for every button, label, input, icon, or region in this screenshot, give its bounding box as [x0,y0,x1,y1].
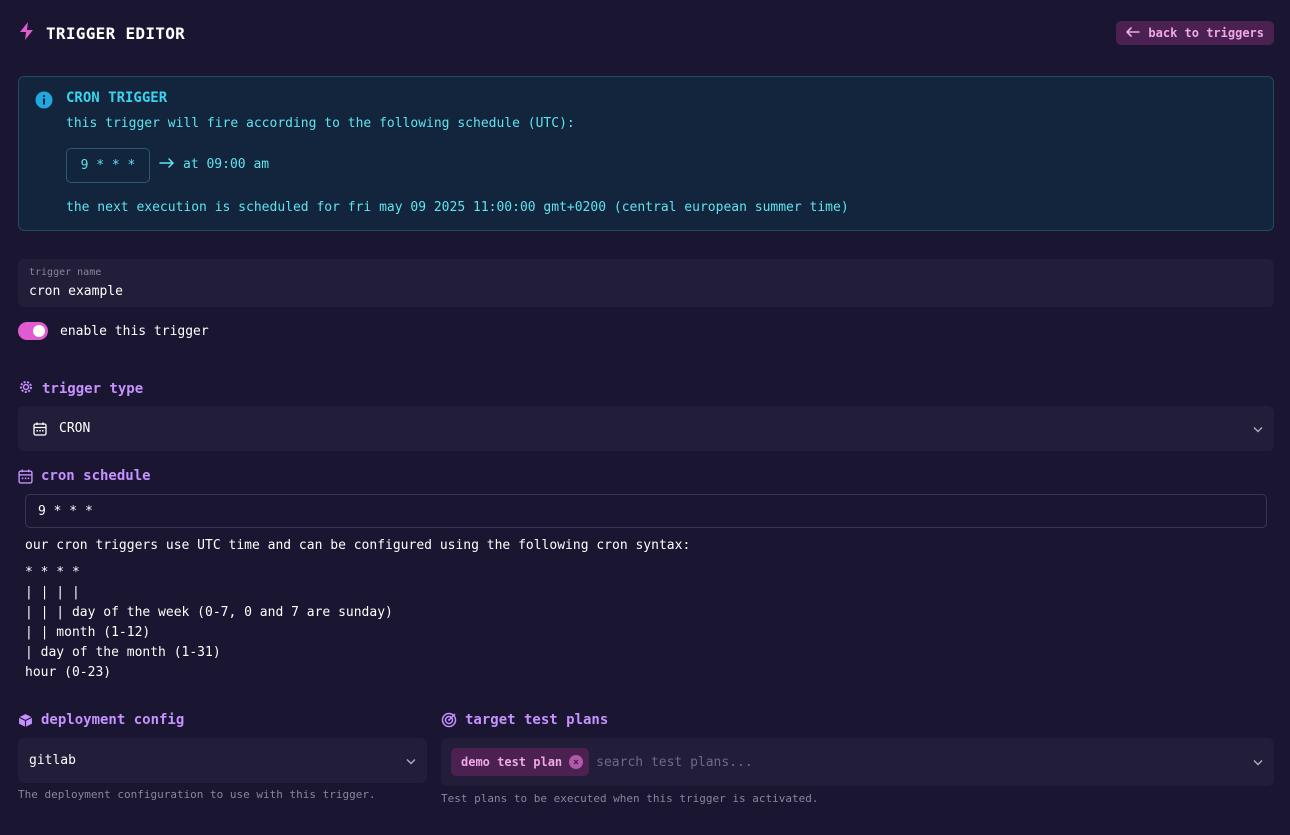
syntax-line: hour (0-23) [25,665,112,680]
trigger-type-select[interactable]: CRON [18,406,1274,451]
back-button-label: back to triggers [1148,26,1264,40]
calendar-icon [33,422,47,436]
human-readable-text: at 09:00 am [183,157,270,172]
enable-trigger-label: enable this trigger [60,323,209,339]
test-plan-chip: demo test plan [451,748,590,776]
syntax-line: | | | | [25,585,80,600]
trigger-name-field[interactable]: trigger name cron example [18,259,1274,307]
cron-schedule-input[interactable]: 9 * * * [25,494,1267,528]
target-test-plans-select[interactable]: demo test plan search test plans... [441,738,1274,786]
cube-icon [18,713,33,728]
deployment-config-value: gitlab [29,753,76,768]
syntax-line: | day of the month (1-31) [25,645,221,660]
trigger-type-value: CRON [59,421,91,436]
trigger-type-heading: trigger type [18,379,143,399]
cron-schedule-heading-text: cron schedule [41,468,151,484]
chevron-down-icon [1253,755,1263,770]
target-test-plans-heading: target test plans [441,712,608,728]
chevron-down-icon [1253,421,1263,436]
deployment-config-select[interactable]: gitlab [18,738,427,783]
cron-human-readable: at 09:00 am [159,157,269,172]
back-to-triggers-button[interactable]: back to triggers [1116,21,1274,45]
syntax-line: * * * * [25,565,80,580]
remove-chip-icon[interactable] [569,755,584,769]
gear-icon [18,379,34,399]
enable-trigger-toggle[interactable] [18,322,48,340]
chip-label: demo test plan [461,755,563,769]
trigger-name-input[interactable]: cron example [29,284,123,299]
arrow-right-icon [159,157,175,172]
deployment-config-heading-text: deployment config [41,712,185,728]
target-test-plans-hint: Test plans to be executed when this trig… [441,792,819,805]
deployment-config-hint: The deployment configuration to use with… [18,788,376,801]
info-title: CRON TRIGGER [66,90,168,106]
cron-expression-badge: 9 * * * [66,148,150,183]
cron-info-panel: CRON TRIGGER this trigger will fire acco… [18,76,1274,231]
calendar-icon [18,469,33,484]
lightning-icon [18,21,36,45]
chevron-down-icon [406,753,416,768]
trigger-type-heading-text: trigger type [42,381,144,397]
target-icon [441,712,457,728]
deployment-config-heading: deployment config [18,712,184,728]
syntax-line: | | | day of the week (0-7, 0 and 7 are … [25,605,393,620]
toggle-knob [33,325,45,337]
info-icon [35,91,53,113]
title-group: TRIGGER EDITOR [18,21,185,45]
page-header: TRIGGER EDITOR back to triggers [18,20,1274,46]
info-description: this trigger will fire according to the … [66,116,575,131]
page-title: TRIGGER EDITOR [46,23,186,43]
cron-schedule-heading: cron schedule [18,468,151,484]
cron-syntax-reference: * * * * | | | | | | | day of the week (0… [25,563,393,683]
trigger-name-label: trigger name [29,267,102,278]
enable-toggle-row: enable this trigger [18,322,209,340]
cron-help-text: our cron triggers use UTC time and can b… [25,538,691,553]
arrow-left-icon [1126,26,1141,40]
syntax-line: | | month (1-12) [25,625,151,640]
target-test-plans-heading-text: target test plans [465,712,609,728]
next-execution-text: the next execution is scheduled for fri … [66,200,849,215]
test-plan-search-input[interactable]: search test plans... [596,755,753,770]
